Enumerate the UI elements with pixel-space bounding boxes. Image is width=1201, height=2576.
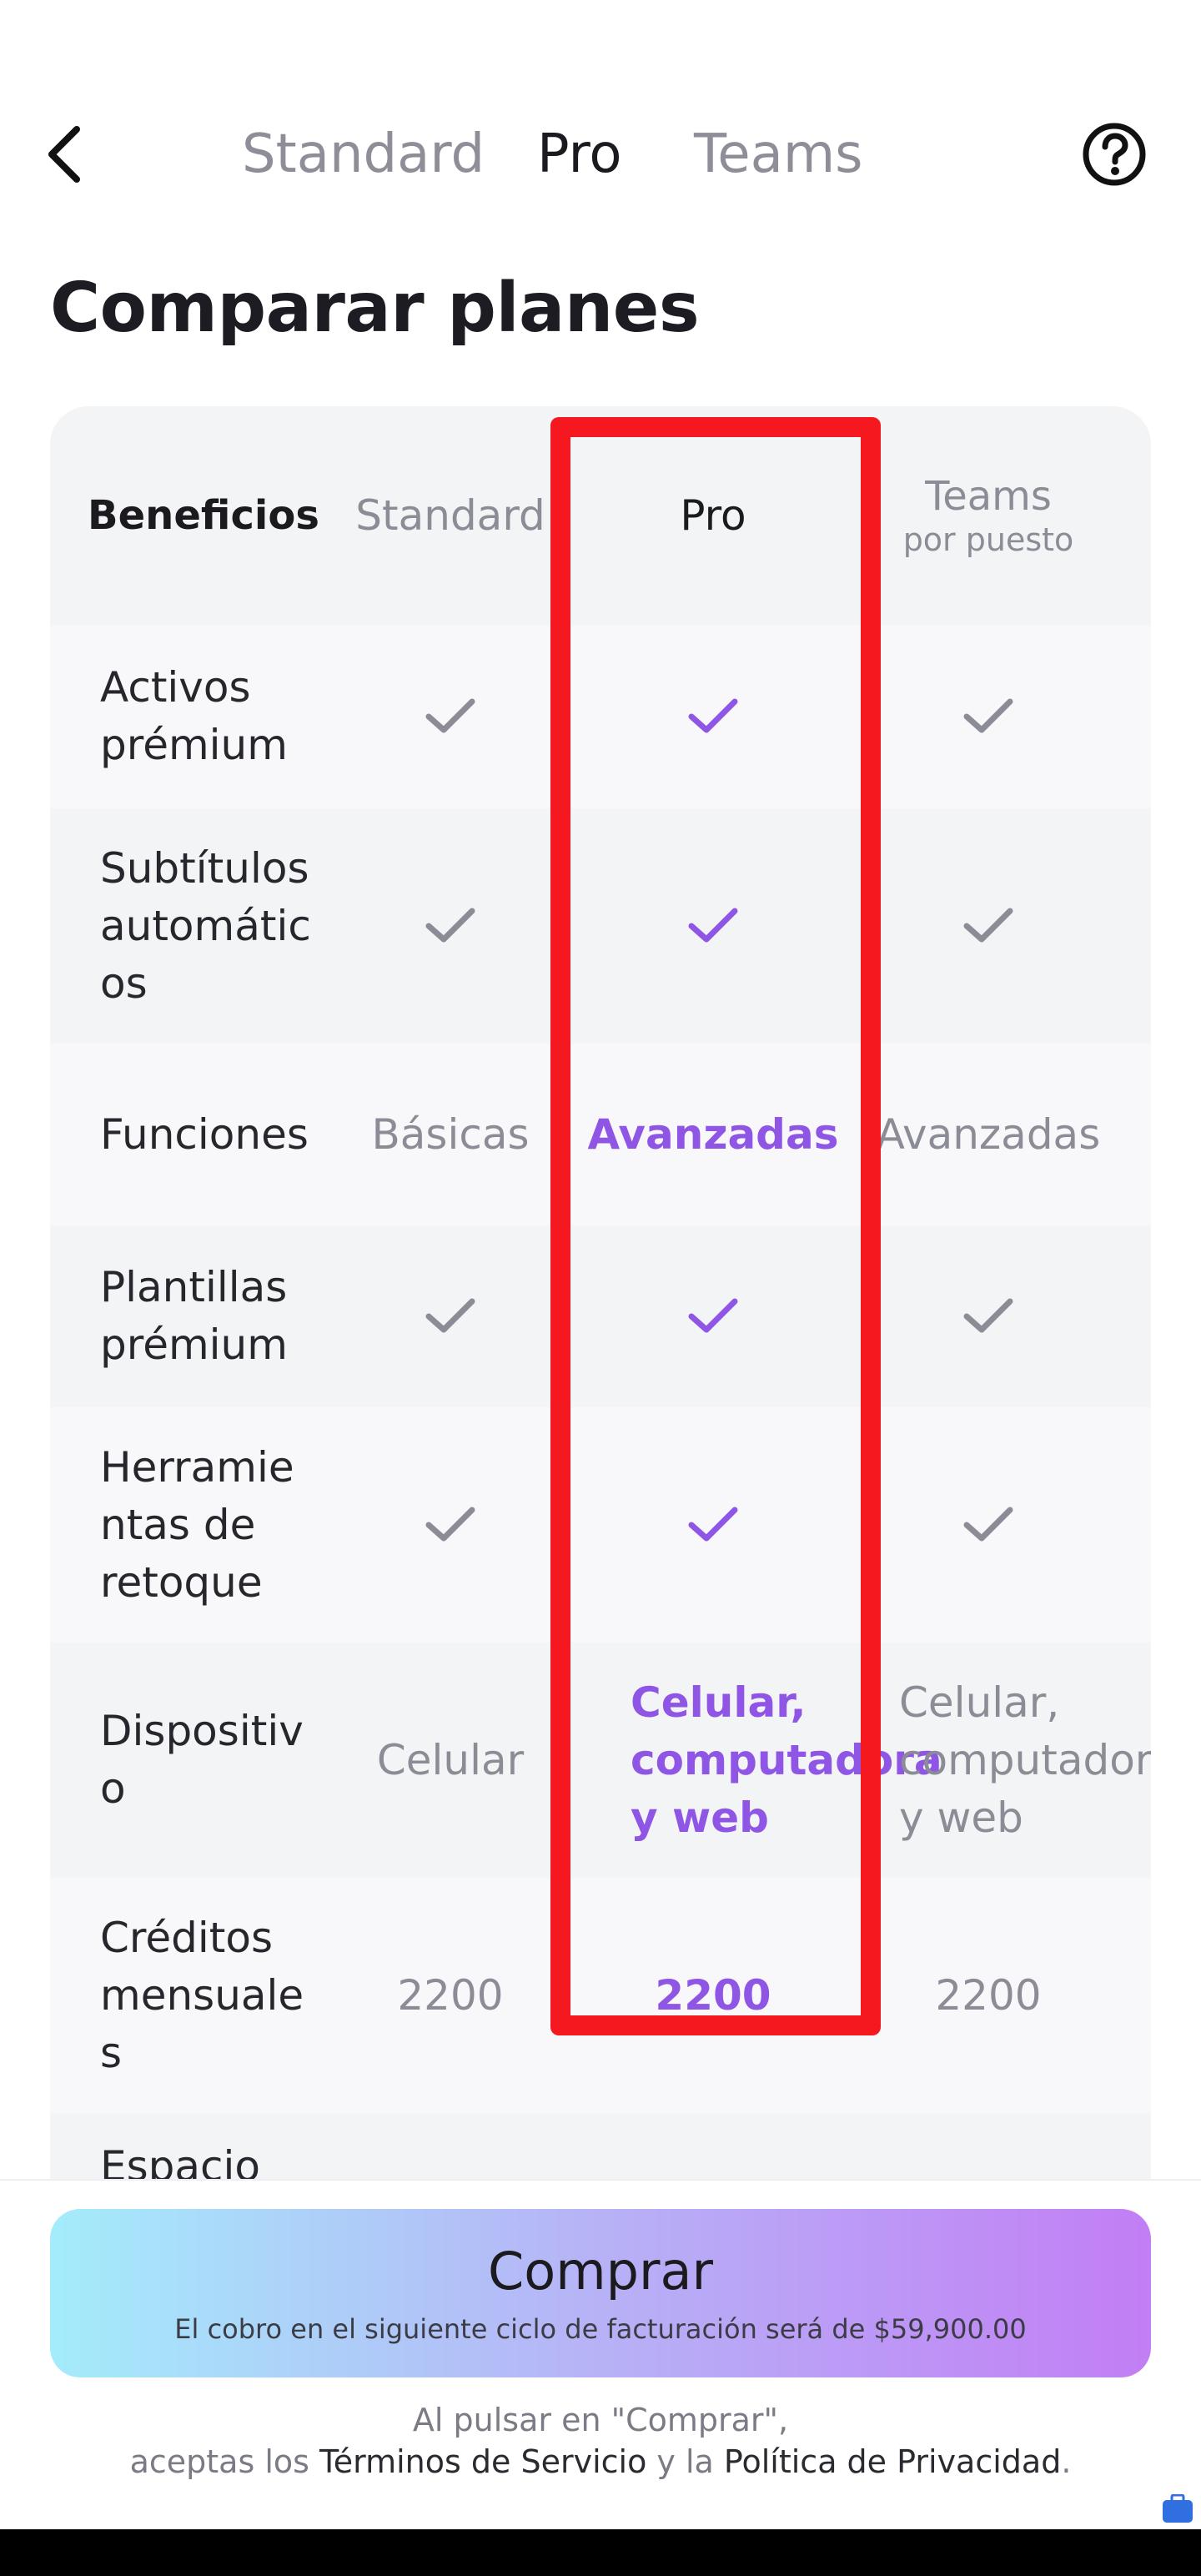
row-label-line: Herramie (100, 1442, 294, 1492)
table-row: Créditos mensuale s 2200 2200 2200 (50, 1878, 1151, 2113)
row-label-line: s (100, 2028, 123, 2077)
row-label: Funciones (100, 1109, 309, 1159)
check-icon (325, 625, 575, 808)
legal-line-2: aceptas los Términos de Servicio y la Po… (0, 2441, 1201, 2483)
check-icon (851, 625, 1126, 808)
row-label-line: retoque (100, 1557, 263, 1607)
check-icon (325, 1407, 575, 1643)
row-label-line: mensuale (100, 1970, 304, 2020)
teams-value-line: Celular, (899, 1678, 1060, 1727)
table-row: Espacio (50, 2113, 1151, 2179)
teams-value: 2200 (935, 1970, 1042, 2020)
row-label: Activos prémium (100, 663, 288, 769)
legal-middle: y la (646, 2443, 724, 2480)
check-icon (575, 1407, 851, 1643)
standard-value: 2200 (397, 1970, 504, 2020)
system-nav-bar (0, 2529, 1201, 2576)
header-teams-title: Teams (925, 473, 1052, 520)
tab-pro[interactable]: Pro (537, 117, 622, 192)
buy-button[interactable]: Comprar El cobro en el siguiente ciclo d… (50, 2209, 1151, 2377)
tab-teams[interactable]: Teams (694, 117, 863, 192)
row-label: Plantillas prémium (50, 1225, 325, 1407)
table-row: Plantillas prémium (50, 1225, 1151, 1407)
question-circle-icon (1083, 123, 1146, 186)
table-header-row: Beneficios Standard Pro Teams por puesto (50, 406, 1151, 625)
pro-value: Avanzadas (587, 1109, 839, 1159)
header-pro: Pro (680, 491, 746, 540)
row-label: Créditos mensuale s (50, 1878, 325, 2113)
app-screen: Standard Pro Teams Comparar planes Benef… (0, 0, 1201, 2576)
tab-standard[interactable]: Standard (242, 117, 485, 192)
check-icon (575, 808, 851, 1044)
row-label-line: Subtítulos (100, 843, 309, 893)
row-label: Subtítulos automátic os (50, 808, 325, 1044)
row-label-line: prémium (100, 1321, 288, 1369)
row-label: Dispositiv o (50, 1643, 325, 1878)
teams-value-line: y web (899, 1793, 1023, 1842)
privacy-link[interactable]: Política de Privacidad (724, 2443, 1061, 2480)
header-teams-sub: por puesto (902, 521, 1074, 558)
row-label-line: Créditos (100, 1913, 274, 1962)
pro-value: Celular, computadora y web (575, 1643, 942, 1878)
table-row: Dispositiv o Celular Celular, computador… (50, 1643, 1151, 1878)
check-icon (325, 1225, 575, 1407)
standard-value: Básicas (371, 1109, 530, 1159)
briefcase-icon[interactable] (1161, 2493, 1194, 2524)
teams-value-line: computadora (899, 1735, 1151, 1784)
row-label-line: Dispositiv (100, 1707, 304, 1755)
check-icon (851, 808, 1126, 1044)
help-button[interactable] (1081, 121, 1148, 188)
row-label-line: automátic (100, 901, 311, 950)
header-benefits: Beneficios (88, 491, 319, 539)
check-icon (575, 625, 851, 808)
buy-button-label: Comprar (488, 2241, 713, 2302)
teams-value: Celular, computadora y web (851, 1643, 1151, 1878)
row-label-line: o (100, 1764, 126, 1813)
legal-text: Al pulsar en "Comprar", aceptas los Térm… (0, 2399, 1201, 2483)
table-row: Subtítulos automátic os (50, 808, 1151, 1044)
row-label: Herramie ntas de retoque (50, 1407, 325, 1643)
check-icon (575, 1225, 851, 1407)
comparison-table: Beneficios Standard Pro Teams por puesto… (50, 406, 1151, 2179)
table-row: Funciones Básicas Avanzadas Avanzadas (50, 1044, 1151, 1225)
legal-suffix: . (1061, 2443, 1072, 2480)
purchase-bar: Comprar El cobro en el siguiente ciclo d… (0, 2179, 1201, 2531)
row-label-line: Plantillas (100, 1263, 288, 1311)
terms-link[interactable]: Términos de Servicio (319, 2443, 646, 2480)
row-label-line: os (100, 958, 148, 1008)
legal-prefix: aceptas los (129, 2443, 320, 2480)
pro-value: 2200 (655, 1970, 771, 2020)
header-teams: Teams por puesto (851, 406, 1126, 625)
header-standard: Standard (355, 491, 545, 540)
table-row: Herramie ntas de retoque (50, 1407, 1151, 1643)
check-icon (325, 808, 575, 1044)
billing-note: El cobro en el siguiente ciclo de factur… (174, 2313, 1027, 2345)
row-label-line: ntas de (100, 1500, 256, 1549)
standard-value: Celular (376, 1735, 525, 1784)
legal-line-1: Al pulsar en "Comprar", (412, 2402, 789, 2438)
teams-value: Avanzadas (876, 1109, 1101, 1159)
check-icon (851, 1407, 1126, 1643)
row-label: Espacio (100, 2142, 260, 2179)
page-title: Comparar planes (50, 269, 700, 348)
table-row: Activos prémium (50, 625, 1151, 808)
check-icon (851, 1225, 1126, 1407)
plan-tabs: Standard Pro Teams (0, 117, 1201, 192)
